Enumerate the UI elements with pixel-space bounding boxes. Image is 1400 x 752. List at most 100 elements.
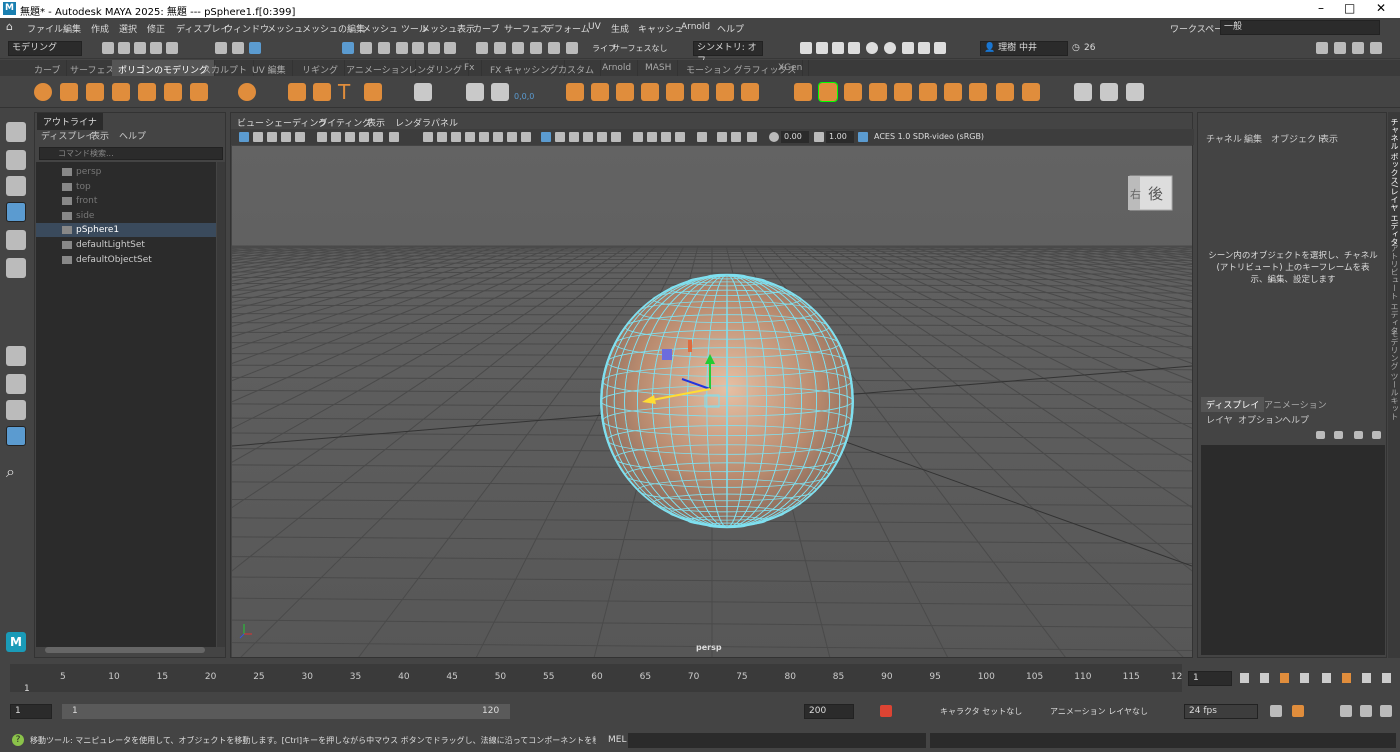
- vp-menu-panels[interactable]: パネル: [431, 116, 458, 129]
- retopologize-icon[interactable]: [741, 83, 759, 101]
- side-tab-attribute-editor[interactable]: アトリビュート エディタ: [1388, 244, 1400, 335]
- new-scene-icon[interactable]: [102, 42, 114, 54]
- layer-menu-options[interactable]: オプション: [1238, 413, 1283, 426]
- magnet-5-icon[interactable]: [566, 42, 578, 54]
- outliner-menu-show[interactable]: 表示: [91, 129, 109, 142]
- cb-menu-channels[interactable]: チャネル: [1206, 132, 1242, 145]
- live-surface-field[interactable]: サーフェスなし: [612, 43, 668, 54]
- vp-menu-view[interactable]: ビュー: [237, 116, 264, 129]
- exposure-icon[interactable]: [769, 132, 779, 142]
- resolution-gate-icon[interactable]: [359, 132, 369, 142]
- shelf-tab-xgen[interactable]: XGen: [772, 60, 810, 76]
- textured-icon[interactable]: [465, 132, 475, 142]
- wireframe-on-shaded-icon[interactable]: [541, 132, 551, 142]
- vp-menu-show[interactable]: 表示: [367, 116, 385, 129]
- sweep-mesh-icon[interactable]: [313, 83, 331, 101]
- shelf-tab-arnold[interactable]: Arnold: [596, 60, 639, 76]
- animation-prefs-icon[interactable]: [1380, 705, 1392, 717]
- snap-curve-icon[interactable]: [360, 42, 372, 54]
- menu-file[interactable]: ファイル: [27, 22, 63, 35]
- outliner-item[interactable]: top: [36, 180, 216, 194]
- bevel-icon[interactable]: [844, 83, 862, 101]
- sound-icon[interactable]: [1340, 705, 1352, 717]
- outliner-tab[interactable]: アウトライナ: [37, 113, 103, 130]
- lights-icon[interactable]: [479, 132, 489, 142]
- rotate-tool-icon[interactable]: [6, 230, 26, 250]
- menu-curves[interactable]: カーブ: [473, 22, 499, 35]
- vp-menu-renderer[interactable]: レンダラ: [395, 116, 431, 129]
- exposure-field[interactable]: 0.00: [781, 131, 809, 143]
- playback-speed-icon[interactable]: [1360, 705, 1372, 717]
- playback-range-bar[interactable]: 1 120: [62, 704, 510, 719]
- four-pane-layout-icon[interactable]: [6, 374, 26, 394]
- quad-draw-icon[interactable]: [996, 83, 1014, 101]
- freeze-transform-icon[interactable]: [491, 83, 509, 101]
- outliner-layout-icon[interactable]: [6, 426, 26, 446]
- gamma-icon[interactable]: [814, 132, 824, 142]
- select-component-icon[interactable]: [249, 42, 261, 54]
- film-gate-icon[interactable]: [345, 132, 355, 142]
- image-plane-icon[interactable]: [281, 132, 291, 142]
- remesh-icon[interactable]: [716, 83, 734, 101]
- sphere-object[interactable]: [600, 273, 854, 529]
- snap-view-plane-icon[interactable]: [396, 42, 408, 54]
- scissor-icon[interactable]: [918, 42, 930, 54]
- search-icon[interactable]: ⌕: [6, 462, 26, 482]
- time-slider-track[interactable]: 1 5 10 15 20 25 30 35 40 45 50 55 60 65 70 75 80 85 90 95 1…: [10, 664, 1182, 694]
- step-back-frame-icon[interactable]: [1260, 673, 1269, 683]
- shelf-tab-fx[interactable]: Fx: [458, 60, 482, 76]
- layer-menu-layers[interactable]: レイヤ: [1206, 413, 1233, 426]
- shadows-icon[interactable]: [493, 132, 503, 142]
- menu-edit-mesh[interactable]: メッシュの編集: [302, 22, 365, 35]
- append-polygon-icon[interactable]: [894, 83, 912, 101]
- poly-cube-icon[interactable]: [60, 83, 78, 101]
- poly-cone-icon[interactable]: [112, 83, 130, 101]
- light-editor-icon[interactable]: [884, 42, 896, 54]
- construction-history-icon[interactable]: [476, 42, 488, 54]
- loop-icon[interactable]: [1270, 705, 1282, 717]
- outliner-horizontal-scrollbar[interactable]: [45, 647, 205, 653]
- symmetry-select[interactable]: シンメトリ: オフ: [693, 41, 763, 66]
- anti-aliasing-icon[interactable]: [521, 132, 531, 142]
- toggle-channel-box-icon[interactable]: [1370, 42, 1382, 54]
- menu-create[interactable]: 作成: [91, 22, 109, 35]
- layer-menu-help[interactable]: ヘルプ: [1282, 413, 1309, 426]
- animation-end-field[interactable]: 200: [804, 704, 854, 719]
- hypershade-icon[interactable]: [848, 42, 860, 54]
- menu-surfaces[interactable]: サーフェス: [504, 22, 548, 35]
- input-output-icon[interactable]: [444, 42, 456, 54]
- step-forward-frame-icon[interactable]: [1362, 673, 1371, 683]
- render-settings-icon[interactable]: [832, 42, 844, 54]
- arnold-render-icon[interactable]: [902, 42, 914, 54]
- camera-attributes-icon[interactable]: [253, 132, 263, 142]
- platonic-solid-icon[interactable]: [238, 83, 256, 101]
- cb-menu-edit[interactable]: 編集: [1244, 132, 1262, 145]
- auto-key-icon[interactable]: [880, 705, 892, 717]
- toggle-modeling-toolkit-icon[interactable]: [1334, 42, 1346, 54]
- ipr-render-icon[interactable]: [816, 42, 828, 54]
- menu-set-select[interactable]: モデリング: [8, 41, 82, 56]
- cb-menu-object[interactable]: オブジェクト: [1271, 132, 1325, 145]
- type-text-icon[interactable]: T: [338, 80, 356, 104]
- bounding-box-icon[interactable]: [747, 132, 757, 142]
- maximize-button[interactable]: □: [1344, 1, 1355, 15]
- menu-uv[interactable]: UV: [588, 22, 601, 32]
- outliner-item[interactable]: defaultLightSet: [36, 238, 216, 252]
- outliner-item[interactable]: side: [36, 209, 216, 223]
- undo-icon[interactable]: [150, 42, 162, 54]
- two-sided-icon[interactable]: [717, 132, 727, 142]
- xray-joints-icon[interactable]: [569, 132, 579, 142]
- animation-start-field[interactable]: 1: [10, 704, 52, 719]
- two-d-pan-zoom-icon[interactable]: [295, 132, 305, 142]
- motion-blur-icon[interactable]: [611, 132, 621, 142]
- boolean-union-icon[interactable]: [641, 83, 659, 101]
- go-to-start-icon[interactable]: [1240, 673, 1249, 683]
- ambient-occlusion-icon[interactable]: [507, 132, 517, 142]
- color-management-icon[interactable]: [858, 132, 868, 142]
- step-forward-key-icon[interactable]: [1342, 673, 1351, 683]
- menu-edit[interactable]: 編集: [63, 22, 81, 35]
- menu-deform[interactable]: デフォーム: [545, 22, 590, 35]
- separate-icon[interactable]: [591, 83, 609, 101]
- magnet-2-icon[interactable]: [512, 42, 524, 54]
- svg-icon[interactable]: [364, 83, 382, 101]
